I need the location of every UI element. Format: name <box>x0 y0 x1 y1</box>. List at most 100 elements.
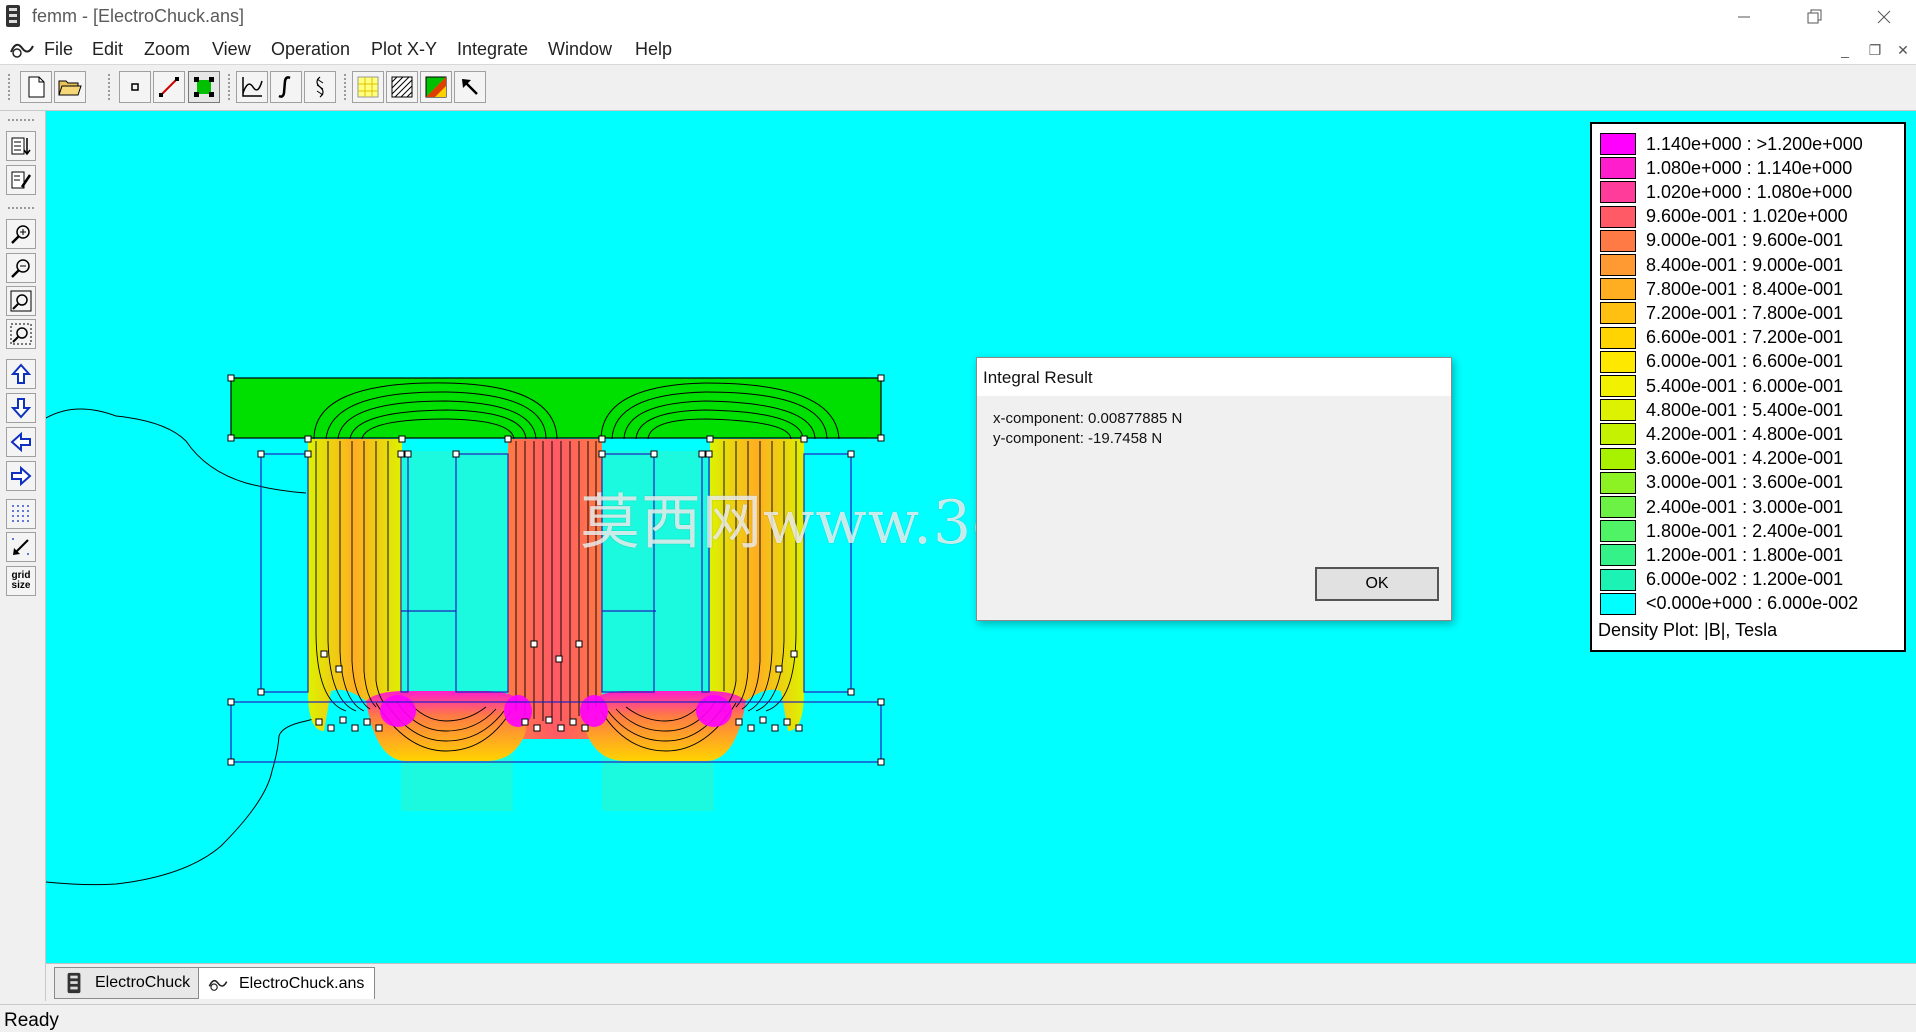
hatch-plot-button[interactable] <box>386 71 418 103</box>
femm-view-icon[interactable] <box>8 38 36 60</box>
area-mode-button[interactable] <box>188 71 220 103</box>
legend-title: Density Plot: |B|, Tesla <box>1598 620 1778 640</box>
density-plot-button[interactable] <box>352 71 384 103</box>
open-file-button[interactable] <box>54 71 86 103</box>
x-component-text: x-component: 0.00877885 N <box>993 410 1183 427</box>
close-icon <box>1877 10 1891 24</box>
menu-zoom[interactable]: Zoom <box>144 39 190 60</box>
legend-row: 9.000e-001 : 9.600e-001 <box>1600 229 1843 253</box>
hatch-plot-icon <box>391 76 413 98</box>
legend-swatch <box>1600 423 1636 446</box>
main-toolbar <box>0 66 1916 111</box>
femm-view-icon <box>208 979 228 991</box>
legend-label: 9.000e-001 : 9.600e-001 <box>1646 230 1844 251</box>
legend-swatch <box>1600 592 1636 615</box>
toolbar-grip[interactable] <box>8 74 14 100</box>
point-mode-button[interactable] <box>119 71 151 103</box>
line-mode-button[interactable] <box>153 71 185 103</box>
legend-swatch <box>1600 205 1636 228</box>
tab-electrochuck-ans[interactable]: ElectroChuck.ans <box>198 967 376 999</box>
mdi-close-icon[interactable]: ✕ <box>1894 42 1912 58</box>
menu-operation[interactable]: Operation <box>271 39 350 60</box>
minimize-button[interactable] <box>1716 0 1772 34</box>
legend-row: 3.600e-001 : 4.200e-001 <box>1600 447 1843 471</box>
tab-label: ElectroChuck.ans <box>239 974 365 992</box>
menu-help[interactable]: Help <box>635 39 672 60</box>
toolbar-grip[interactable] <box>228 74 234 100</box>
legend-swatch <box>1600 375 1636 397</box>
legend-label: 6.600e-001 : 7.200e-001 <box>1646 327 1844 348</box>
zoom-in-button[interactable] <box>6 219 36 249</box>
legend-label: 3.600e-001 : 4.200e-001 <box>1646 448 1844 469</box>
menu-integrate[interactable]: Integrate <box>457 39 528 60</box>
legend-label: 2.400e-001 : 3.000e-001 <box>1646 496 1844 517</box>
ok-button[interactable]: OK <box>1315 567 1439 601</box>
density-plot-icon <box>357 76 379 98</box>
show-grid-button[interactable] <box>6 499 36 529</box>
menu-file[interactable]: File <box>44 39 73 60</box>
legend-row: 7.200e-001 : 7.800e-001 <box>1600 301 1843 325</box>
legend-row: 6.000e-002 : 1.200e-001 <box>1600 568 1843 592</box>
toolbar-grip[interactable] <box>108 74 114 100</box>
legend-swatch <box>1600 157 1636 180</box>
edit-props-button[interactable] <box>6 165 36 195</box>
menu-edit[interactable]: Edit <box>92 39 123 60</box>
legend-row: 7.800e-001 : 8.400e-001 <box>1600 277 1843 301</box>
legend-swatch <box>1600 229 1636 252</box>
legend-label: 1.800e-001 : 2.400e-001 <box>1646 520 1844 541</box>
status-text: Ready <box>4 1010 59 1031</box>
dialog-title: Integral Result <box>977 358 1451 396</box>
menu-window[interactable]: Window <box>548 39 612 60</box>
pan-right-button[interactable] <box>6 461 36 491</box>
zoom-natural-icon <box>10 290 32 312</box>
legend-swatch <box>1600 568 1636 591</box>
restore-button[interactable] <box>1786 0 1842 34</box>
pan-down-button[interactable] <box>6 393 36 423</box>
zoom-window-button[interactable] <box>6 319 36 349</box>
legend-label: <0.000e+000 : 6.000e-002 <box>1646 593 1859 614</box>
zoom-natural-button[interactable] <box>6 286 36 316</box>
pointer-icon <box>462 79 478 95</box>
zoom-in-icon <box>11 225 30 244</box>
plot-xy-icon <box>242 77 263 97</box>
integrate-button[interactable] <box>270 71 302 103</box>
mdi-restore-icon[interactable]: ❐ <box>1866 42 1884 58</box>
legend-row: <0.000e+000 : 6.000e-002 <box>1600 592 1858 616</box>
menu-view[interactable]: View <box>212 39 251 60</box>
show-mesh-button[interactable] <box>6 131 36 161</box>
mdi-minimize-icon[interactable]: _ <box>1836 42 1854 58</box>
close-button[interactable] <box>1856 0 1912 34</box>
legend-row: 6.600e-001 : 7.200e-001 <box>1600 326 1843 350</box>
legend-row: 5.400e-001 : 6.000e-001 <box>1600 374 1843 398</box>
toolbar-grip[interactable] <box>344 74 350 100</box>
status-bar: Ready <box>0 1004 1916 1032</box>
legend-swatch <box>1600 302 1636 325</box>
legend-swatch <box>1600 544 1636 567</box>
legend-swatch <box>1600 496 1636 518</box>
vector-plot-button[interactable] <box>420 71 452 103</box>
legend-swatch <box>1600 447 1636 470</box>
snap-grid-button[interactable] <box>6 532 36 562</box>
window-title: femm - [ElectroChuck.ans] <box>32 6 245 26</box>
restore-icon <box>1807 9 1822 24</box>
femm-app-icon <box>6 5 20 27</box>
contour-button[interactable] <box>304 71 336 103</box>
legend-label: 4.800e-001 : 5.400e-001 <box>1646 399 1844 420</box>
toolbar-grip[interactable] <box>8 119 34 125</box>
zoom-out-button[interactable] <box>6 253 36 283</box>
vector-plot-icon <box>425 76 447 98</box>
legend-label: 6.000e-002 : 1.200e-001 <box>1646 569 1844 590</box>
line-mode-icon <box>159 77 179 97</box>
grid-size-button[interactable]: grid size <box>6 566 36 596</box>
grid-size-label: size <box>11 580 31 591</box>
pan-left-button[interactable] <box>6 427 36 457</box>
integrate-icon <box>278 76 291 98</box>
pointer-button[interactable] <box>454 71 486 103</box>
toolbar-grip[interactable] <box>8 207 34 213</box>
plot-xy-button[interactable] <box>236 71 268 103</box>
tab-electrochuck[interactable]: ElectroChuck <box>54 967 202 999</box>
menu-plot-xy[interactable]: Plot X-Y <box>371 39 437 60</box>
pan-up-button[interactable] <box>6 359 36 389</box>
new-file-button[interactable] <box>20 71 52 103</box>
legend-row: 1.080e+000 : 1.140e+000 <box>1600 156 1852 180</box>
